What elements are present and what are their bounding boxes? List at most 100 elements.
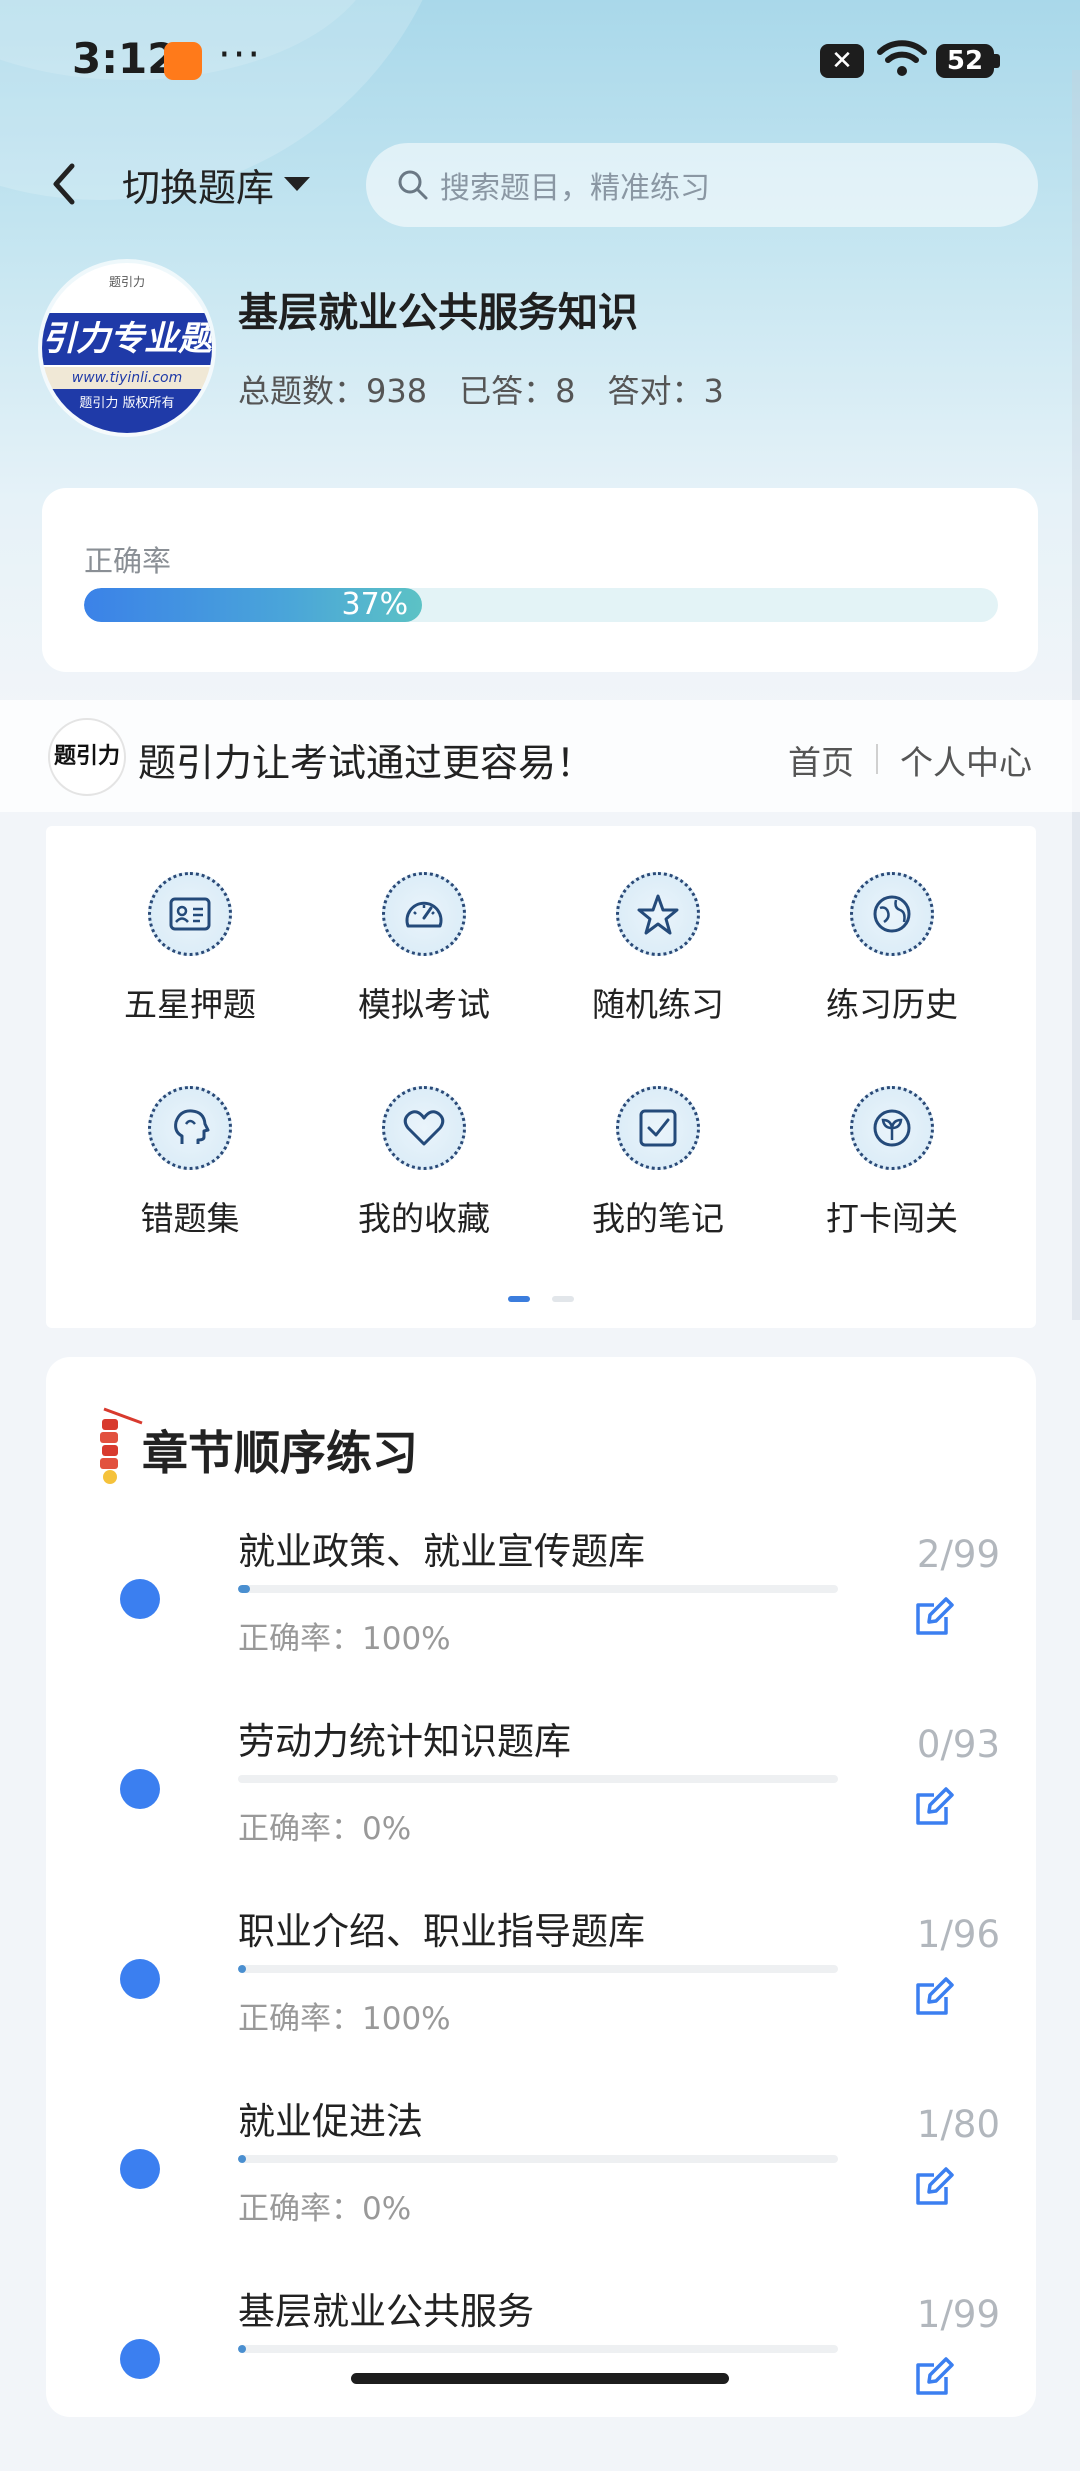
chapter-bullet (120, 2149, 160, 2189)
chapter-section-title: 章节顺序练习 (142, 1426, 418, 1480)
edit-icon[interactable] (912, 2165, 956, 2209)
battery-tip (994, 54, 1000, 68)
chapter-accuracy: 正确率：100% (238, 1621, 451, 1657)
wifi-icon (877, 40, 927, 76)
chapter-bullet (120, 1769, 160, 1809)
grid-item-label: 练习历史 (826, 985, 958, 1024)
search-input[interactable]: 搜索题目，精准练习 (366, 143, 1038, 227)
chapter-progress-track (238, 1965, 838, 1973)
chapter-row[interactable]: 劳动力统计知识题库正确率：0% 0/93 (46, 1711, 1036, 1901)
search-icon (398, 170, 428, 200)
page-dot-active (508, 1296, 530, 1302)
app-notification-icon (164, 42, 202, 80)
accuracy-percent: 37% (341, 588, 409, 622)
promo-bar: 题引力 题引力让考试通过更容易！ 首页 个人中心 (0, 700, 1080, 812)
shuffle-star-icon (616, 872, 700, 956)
logo-top-text: 题引力 (108, 275, 145, 289)
chapter-name: 就业促进法 (238, 2100, 423, 2143)
chapter-bullet (120, 1959, 160, 1999)
grid-item-label: 我的笔记 (592, 1199, 724, 1238)
grid-item-notes[interactable]: 我的笔记 (558, 1086, 758, 1256)
status-time: 3:12 (72, 34, 177, 83)
chapter-count: 1/80 (916, 2103, 1000, 2146)
logo-band-text: 引力专业题 (42, 313, 212, 365)
chapter-bullet (120, 2339, 160, 2379)
accuracy-card: 正确率 37% (42, 488, 1038, 672)
chapter-count: 1/96 (916, 1913, 1000, 1956)
promo-slogan: 题引力让考试通过更容易！ (138, 741, 595, 785)
grid-item-favorites[interactable]: 我的收藏 (324, 1086, 524, 1256)
grid-item-mock-exam[interactable]: 模拟考试 (324, 872, 524, 1042)
edit-icon[interactable] (912, 1595, 956, 1639)
bank-logo: 题引力 引力专业题 www.tiyinli.com 题引力 版权所有 (42, 263, 212, 433)
chapter-bullet (120, 1579, 160, 1619)
chapter-practice-card: 章节顺序练习 就业政策、就业宣传题库 正确率：100% 2/99 劳动力统计知识题库正… (46, 1357, 1036, 2417)
grid-item-history[interactable]: 练习历史 (792, 872, 992, 1042)
personal-center-link[interactable]: 个人中心 (900, 736, 1032, 784)
chapter-count: 1/99 (916, 2293, 1000, 2336)
page-dot (552, 1296, 574, 1302)
function-grid: 五星押题 模拟考试 随机练习 练习历史 错题集 我的收藏 我的笔记 打卡闯关 (46, 826, 1036, 1328)
battery-icon: 52 (936, 44, 994, 78)
back-arrow-icon[interactable] (44, 156, 88, 212)
home-link[interactable]: 首页 (788, 736, 854, 784)
correct-count: 答对：3 (607, 372, 724, 410)
chapter-name: 就业政策、就业宣传题库 (238, 1530, 645, 1573)
search-placeholder: 搜索题目，精准练习 (440, 171, 710, 206)
switch-bank-button[interactable]: 切换题库 (122, 156, 311, 212)
grid-item-label: 五星押题 (124, 985, 256, 1024)
grid-item-random-practice[interactable]: 随机练习 (558, 872, 758, 1042)
more-notifications-icon: ··· (218, 32, 263, 78)
logo-copyright-text: 题引力 版权所有 (42, 389, 212, 433)
heart-icon (382, 1086, 466, 1170)
chapter-accuracy: 正确率：0% (238, 2191, 412, 2227)
gauge-icon (382, 872, 466, 956)
accuracy-progress-fill: 37% (84, 588, 423, 622)
id-card-icon (148, 872, 232, 956)
chapter-progress-fill (238, 2155, 246, 2163)
answered-count: 已答：8 (459, 372, 576, 410)
grid-item-five-star[interactable]: 五星押题 (90, 872, 290, 1042)
bank-stats: 总题数：938 已答：8 答对：3 (238, 366, 724, 412)
globe-icon (850, 872, 934, 956)
chapter-row[interactable]: 就业政策、就业宣传题库正确率：100% 2/99 (46, 1521, 1036, 1711)
total-count: 总题数：938 (238, 372, 428, 410)
grid-item-wrong-answers[interactable]: 错题集 (90, 1086, 290, 1256)
chapter-progress-fill (238, 1585, 251, 1593)
caret-down-icon (284, 177, 311, 191)
edit-icon[interactable] (912, 2355, 956, 2399)
switch-bank-label: 切换题库 (122, 165, 275, 210)
chapter-progress-track (238, 2155, 838, 2163)
chapter-row[interactable]: 职业介绍、职业指导题库正确率：100% 1/96 (46, 1901, 1036, 2091)
accuracy-progress-track: 37% (84, 588, 998, 622)
chapter-name: 劳动力统计知识题库 (238, 1720, 571, 1763)
grid-item-checkin[interactable]: 打卡闯关 (792, 1086, 992, 1256)
chapter-name: 职业介绍、职业指导题库 (238, 1910, 645, 1953)
no-sim-icon: ✕ (820, 44, 864, 78)
accuracy-label: 正确率 (84, 544, 172, 578)
chapter-progress-track (238, 1775, 838, 1783)
divider (876, 744, 878, 774)
bank-title: 基层就业公共服务知识 (238, 290, 638, 336)
edit-icon[interactable] (912, 1975, 956, 2019)
head-icon (148, 1086, 232, 1170)
chapter-progress-track (238, 2345, 838, 2353)
home-indicator[interactable] (351, 2373, 729, 2384)
chapter-row[interactable]: 就业促进法正确率：0% 1/80 (46, 2091, 1036, 2281)
chapter-progress-fill (238, 2345, 246, 2353)
chapter-name: 基层就业公共服务 (238, 2290, 534, 2333)
chapter-count: 2/99 (916, 1533, 1000, 1576)
sprout-icon (850, 1086, 934, 1170)
chapter-accuracy: 正确率：0% (238, 1811, 412, 1847)
checkbox-note-icon (616, 1086, 700, 1170)
grid-item-label: 模拟考试 (358, 985, 490, 1024)
chapter-accuracy: 正确率：100% (238, 2001, 451, 2037)
chapter-count: 0/93 (916, 1723, 1000, 1766)
firecracker-icon (100, 1407, 143, 1484)
edit-icon[interactable] (912, 1785, 956, 1829)
grid-item-label: 随机练习 (592, 985, 724, 1024)
grid-item-label: 我的收藏 (358, 1199, 490, 1238)
chapter-progress-fill (238, 1965, 246, 1973)
status-bar: 3:12 ··· ✕ 52 (0, 0, 1080, 120)
scroll-edge (1072, 70, 1080, 1320)
